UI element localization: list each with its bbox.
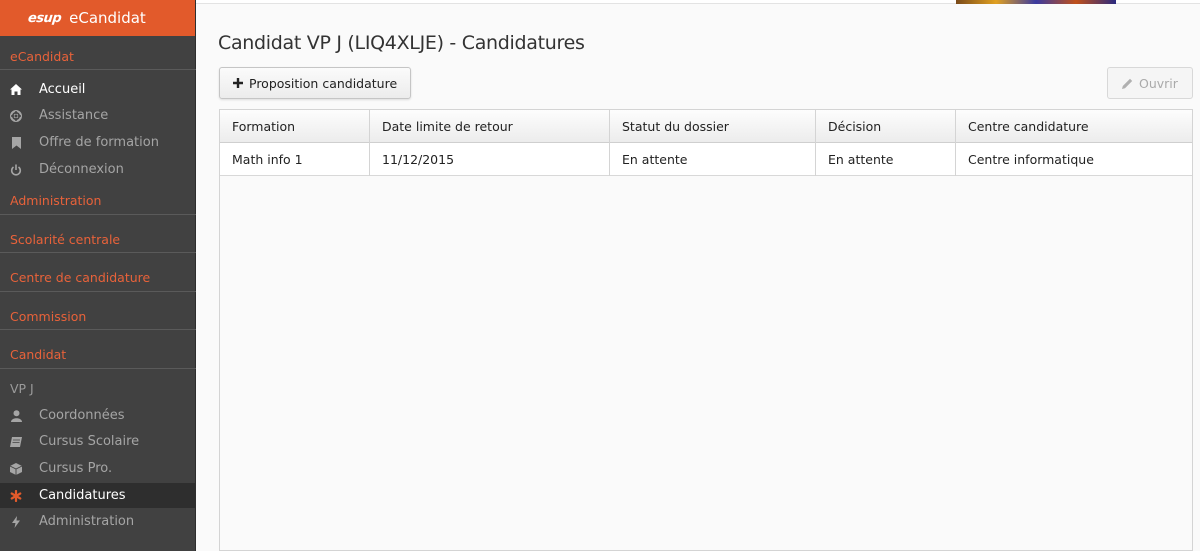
home-icon xyxy=(10,84,22,95)
book-icon xyxy=(10,436,22,447)
divider xyxy=(0,291,196,292)
sidebar-item-label: Cursus Pro. xyxy=(39,461,113,476)
sidebar-item-label: Offre de formation xyxy=(39,135,159,150)
sidebar-item-label: Coordonnées xyxy=(39,408,125,423)
cell-centre: Centre informatique xyxy=(968,152,1094,167)
section-scolarite-centrale[interactable]: Scolarité centrale xyxy=(10,232,120,247)
cube-icon xyxy=(10,462,22,475)
pencil-icon xyxy=(1122,78,1133,89)
sidebar-item-coordonnees[interactable]: Coordonnées xyxy=(0,403,196,428)
bookmark-icon xyxy=(10,136,22,149)
lifebuoy-icon xyxy=(10,109,22,122)
page-title: Candidat VP J (LIQ4XLJE) - Candidatures xyxy=(218,32,585,54)
sidebar-item-candidatures[interactable]: Candidatures xyxy=(0,483,196,508)
sidebar-item-cursus-pro[interactable]: Cursus Pro. xyxy=(0,456,196,481)
sidebar-item-label: Candidatures xyxy=(39,488,126,503)
cell-statut: En attente xyxy=(610,143,816,176)
divider xyxy=(0,214,196,215)
cell-formation: Math info 1 xyxy=(220,143,370,176)
proposition-candidature-label: Proposition candidature xyxy=(249,75,398,91)
main-content: Candidat VP J (LIQ4XLJE) - Candidatures … xyxy=(196,4,1200,551)
esup-logo: esup xyxy=(27,10,62,26)
divider xyxy=(0,69,196,70)
cell-date-limite: 11/12/2015 xyxy=(370,143,610,176)
asterisk-icon xyxy=(10,489,22,502)
sidebar-item-accueil[interactable]: Accueil xyxy=(0,77,196,102)
candidatures-table[interactable]: Formation Date limite de retour Statut d… xyxy=(219,109,1193,551)
column-header-centre[interactable]: Centre candidature xyxy=(956,110,1192,143)
sidebar-item-assistance[interactable]: Assistance xyxy=(0,103,196,128)
section-administration[interactable]: Administration xyxy=(10,193,101,208)
sidebar-item-label: Assistance xyxy=(39,108,109,123)
sidebar: esup eCandidat eCandidat Accueil Assista… xyxy=(0,0,196,551)
sidebar-item-label: Déconnexion xyxy=(39,162,124,177)
divider xyxy=(0,368,196,369)
column-header-statut[interactable]: Statut du dossier xyxy=(610,110,816,143)
proposition-candidature-button[interactable]: Proposition candidature xyxy=(219,67,411,99)
ouvrir-button[interactable]: Ouvrir xyxy=(1107,67,1193,99)
sidebar-item-cursus-scolaire[interactable]: Cursus Scolaire xyxy=(0,429,196,454)
plus-icon xyxy=(233,78,243,88)
sidebar-item-administration[interactable]: Administration xyxy=(0,509,196,534)
column-header-decision[interactable]: Décision xyxy=(816,110,956,143)
brand-header[interactable]: esup eCandidat xyxy=(0,0,195,36)
section-ecandidat: eCandidat xyxy=(10,49,74,64)
table-row[interactable]: Math info 1 11/12/2015 En attente En att… xyxy=(220,143,1192,176)
sidebar-item-offre-formation[interactable]: Offre de formation xyxy=(0,130,196,155)
divider xyxy=(0,252,196,253)
section-commission[interactable]: Commission xyxy=(10,309,86,324)
user-icon xyxy=(10,409,22,422)
cell-decision: En attente xyxy=(816,143,956,176)
power-icon xyxy=(10,164,22,176)
column-header-formation[interactable]: Formation xyxy=(220,110,370,143)
app-title: eCandidat xyxy=(69,9,146,27)
section-candidat[interactable]: Candidat xyxy=(10,347,66,362)
section-centre-candidature[interactable]: Centre de candidature xyxy=(10,270,150,285)
sidebar-item-label: Accueil xyxy=(39,82,86,97)
sidebar-item-label: Administration xyxy=(39,514,135,529)
ouvrir-label: Ouvrir xyxy=(1139,75,1178,91)
sidebar-item-label: Cursus Scolaire xyxy=(39,434,140,449)
candidate-name: VP J xyxy=(10,381,34,396)
divider xyxy=(0,329,196,330)
table-header: Formation Date limite de retour Statut d… xyxy=(220,110,1192,143)
bolt-icon xyxy=(10,515,22,528)
sidebar-item-deconnexion[interactable]: Déconnexion xyxy=(0,157,196,182)
column-header-date-limite[interactable]: Date limite de retour xyxy=(370,110,610,143)
